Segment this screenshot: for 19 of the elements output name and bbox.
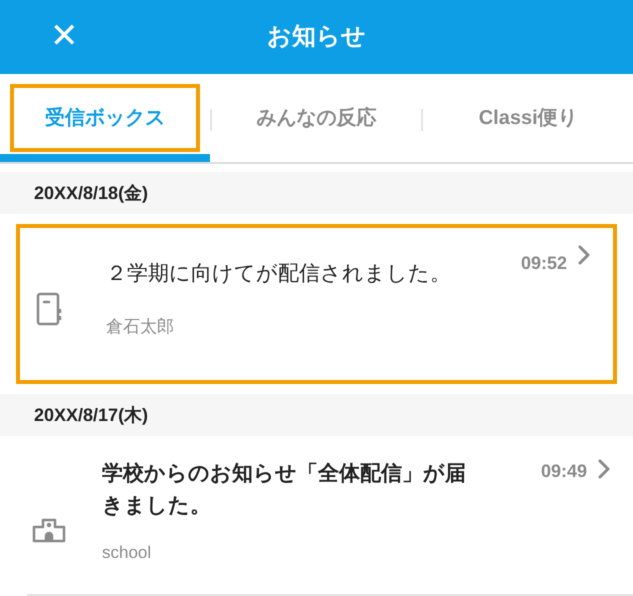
tab[interactable]: 受信ボックス	[0, 74, 210, 162]
message-title: ２学期に向けてが配信されました。	[106, 261, 452, 287]
date-heading: 20XX/8/18(金)	[34, 182, 148, 205]
message-title: 学校からのお知らせ「全体配信」が届きました。	[102, 461, 467, 519]
school-icon	[32, 517, 66, 543]
time-label: 09:52	[520, 252, 567, 275]
message-item[interactable]: ２学期に向けてが配信されました。 倉石太郎 09:52	[16, 224, 617, 384]
tab[interactable]: Classi便り	[423, 74, 633, 162]
date-heading: 20XX/8/17(木)	[34, 404, 148, 427]
close-button[interactable]: ✕	[44, 16, 84, 56]
sender-name: 倉石太郎	[106, 316, 175, 338]
chevron-right-icon	[597, 458, 611, 480]
time-label: 09:49	[540, 460, 587, 483]
window-title: お知らせ	[267, 22, 366, 52]
chevron-right-icon	[577, 244, 591, 266]
message-item[interactable]: 学校からのお知らせ「全体配信」が届きました。 school 09:49	[27, 436, 633, 596]
notebook-icon	[36, 292, 62, 326]
tab[interactable]: みんなの反応	[212, 74, 422, 162]
sender-name: school	[102, 542, 152, 564]
